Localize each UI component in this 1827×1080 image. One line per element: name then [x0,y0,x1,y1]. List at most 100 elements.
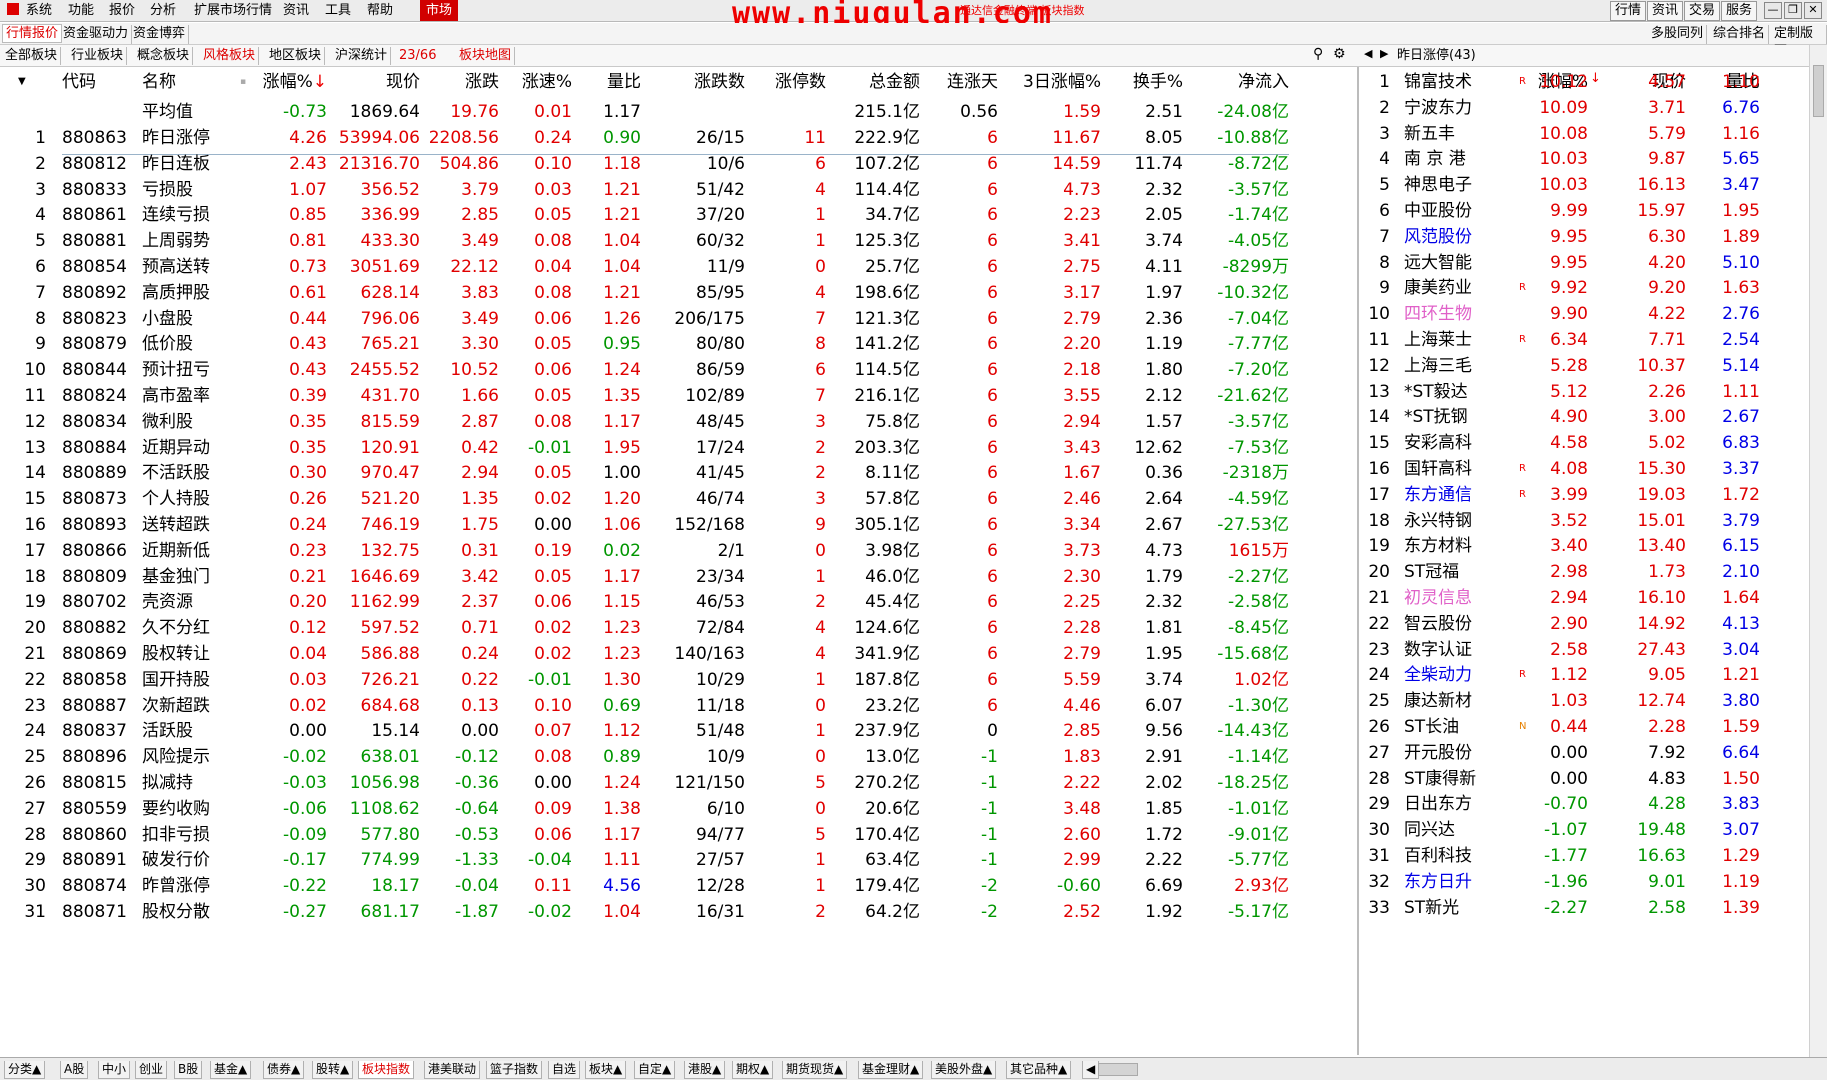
bottom-tab[interactable]: 股转▲ [312,1061,354,1079]
column-header[interactable]: 现价 [330,67,420,97]
menu-tools[interactable]: 工具 [325,2,351,20]
price: 681.17 [360,902,420,922]
menu-system[interactable]: 系统 [26,2,52,20]
menu-bar: 系统 功能 报价 分析 扩展市场行情 资讯 工具 帮助 市场 www.niugu… [0,0,1827,31]
menu-market[interactable]: 市场 [420,0,459,21]
turnover-pct: 1.92 [1145,902,1183,922]
bottom-tab[interactable]: 分类▲ [4,1061,46,1079]
right-panel-title[interactable]: 昨日涨停(43) [1394,47,1479,65]
scrollbar-thumb[interactable] [1813,65,1824,117]
toolbar-service-button[interactable]: 服务 [1721,1,1758,21]
horizontal-scrollbar[interactable] [1098,1063,1138,1076]
minimize-icon[interactable]: — [1764,2,1782,19]
volume-ratio: 1.04 [603,902,641,922]
menu-help[interactable]: 帮助 [367,2,393,20]
menu-extended-market[interactable]: 扩展市场行情 [194,2,272,20]
menu-function[interactable]: 功能 [68,2,94,20]
column-config-icon[interactable]: ▪ [240,67,250,97]
chevron-right-icon[interactable]: ▶ [1380,47,1388,60]
column-header-label: 涨幅% [262,72,313,92]
tab-industry-sectors[interactable]: 行业板块 [68,47,128,65]
sector-name[interactable]: 股权分散 [142,897,242,927]
column-header[interactable]: 涨跌 [420,67,499,97]
vertical-scrollbar[interactable] [1809,45,1827,1057]
column-header[interactable]: 涨速% [500,67,572,97]
bottom-tab[interactable]: 美股外盘▲ [931,1061,997,1079]
view-tabs: 行情报价 资金驱动力 资金博弈 多股同列 综合排名 定制版面 [0,23,1827,59]
change: -1.87 [455,902,499,922]
column-header[interactable]: 涨幅%↓ [260,67,327,97]
consecutive-days: -2 [981,902,998,922]
tab-style-sectors[interactable]: 风格板块 [200,47,260,65]
column-header[interactable]: 代码 [62,67,142,97]
tab-sector-map[interactable]: 板块地图 [456,47,516,65]
tab-multi-stock[interactable]: 多股同列 [1648,25,1708,44]
bottom-tab[interactable]: 债券▲ [263,1061,305,1079]
window-title: 通达信金融终端 板块指数 [960,4,1085,17]
bottom-tab[interactable]: 基金理财▲ [858,1061,924,1079]
bottom-tab[interactable]: 板块指数 [358,1061,415,1079]
restore-icon[interactable]: ❐ [1784,2,1802,19]
rp-change-pct: -2.27 [1544,897,1588,918]
bottom-tab[interactable]: 板块▲ [585,1061,627,1079]
bottom-tab[interactable]: 港股▲ [684,1061,726,1079]
sector-count: 23/66 [399,48,437,63]
net-inflow: -5.17亿 [1228,902,1289,922]
column-header[interactable]: 3日涨幅% [1000,67,1101,97]
column-header[interactable]: 名称 [142,67,222,97]
bottom-tab[interactable]: 港美联动 [424,1061,481,1079]
total-amount: 64.2亿 [865,902,920,922]
column-header[interactable]: 总金额 [828,67,920,97]
bottom-tab[interactable]: B股 [174,1061,203,1079]
bottom-tab[interactable]: 中小 [98,1061,131,1079]
limit-up-count: 2 [815,902,826,922]
column-header[interactable]: 连涨天 [920,67,998,97]
menu-news[interactable]: 资讯 [283,2,309,20]
search-icon[interactable]: ⚲ [1313,46,1323,62]
bottom-tab[interactable]: 自选 [548,1061,581,1079]
chevron-left-icon[interactable]: ◀ [1364,47,1372,60]
sort-desc-icon: ↓ [1590,71,1601,86]
tab-region-sectors[interactable]: 地区板块 [266,47,326,65]
sort-menu-icon[interactable]: ▼ [18,67,32,97]
column-header[interactable]: 净流入 [1185,67,1289,97]
toolbar-news-button[interactable]: 资讯 [1647,1,1684,21]
bottom-tab[interactable]: 其它品种▲ [1006,1061,1072,1079]
tab-overall-rank[interactable]: 综合排名 [1710,25,1770,44]
tab-custom-layout[interactable]: 定制版面 [1771,25,1827,59]
bottom-tab[interactable]: 期权▲ [732,1061,774,1079]
column-header[interactable]: 涨跌数 [644,67,745,97]
close-icon[interactable]: ✕ [1804,2,1822,19]
rp-stock-name[interactable]: ST新光 [1404,893,1514,923]
tab-all-sectors[interactable]: 全部板块 [2,47,62,65]
toolbar-quote-button[interactable]: 行情 [1610,1,1647,21]
app-logo-icon[interactable] [6,2,20,20]
column-header[interactable]: 量比 [572,67,641,97]
bottom-tab[interactable]: A股 [60,1061,89,1079]
rp-volume-ratio: 1.39 [1722,897,1760,918]
panel-divider[interactable] [1357,67,1359,1055]
tab-concept-sectors[interactable]: 概念板块 [134,47,194,65]
bottom-tab[interactable]: 篮子指数 [486,1061,543,1079]
tab-shsz-stats[interactable]: 沪深统计 [332,47,392,65]
three-day-pct: 2.52 [1063,902,1101,922]
column-header[interactable]: 换手% [1103,67,1183,97]
menu-analysis[interactable]: 分析 [150,2,176,20]
scroll-left-icon[interactable]: ◀ [1082,1061,1100,1079]
bottom-tab[interactable]: 期货现货▲ [782,1061,848,1079]
bottom-tab[interactable]: 自定▲ [634,1061,676,1079]
column-header[interactable]: 涨停数 [745,67,826,97]
sort-desc-icon: ↓ [312,72,327,92]
speed-pct: -0.02 [528,902,572,922]
gear-icon[interactable]: ⚙ [1333,46,1346,62]
bottom-tab[interactable]: 创业 [135,1061,168,1079]
tab-capital-drive[interactable]: 资金驱动力 [60,25,133,44]
toolbar-trade-button[interactable]: 交易 [1684,1,1721,21]
bottom-tab[interactable]: 基金▲ [210,1061,252,1079]
sector-code[interactable]: 880871 [62,897,142,927]
up-down-count: 16/31 [696,902,745,922]
row-index: 31 [24,902,46,922]
menu-quote[interactable]: 报价 [109,2,135,20]
tab-quote-list[interactable]: 行情报价 [2,24,63,43]
tab-capital-game[interactable]: 资金博弈 [130,25,190,44]
